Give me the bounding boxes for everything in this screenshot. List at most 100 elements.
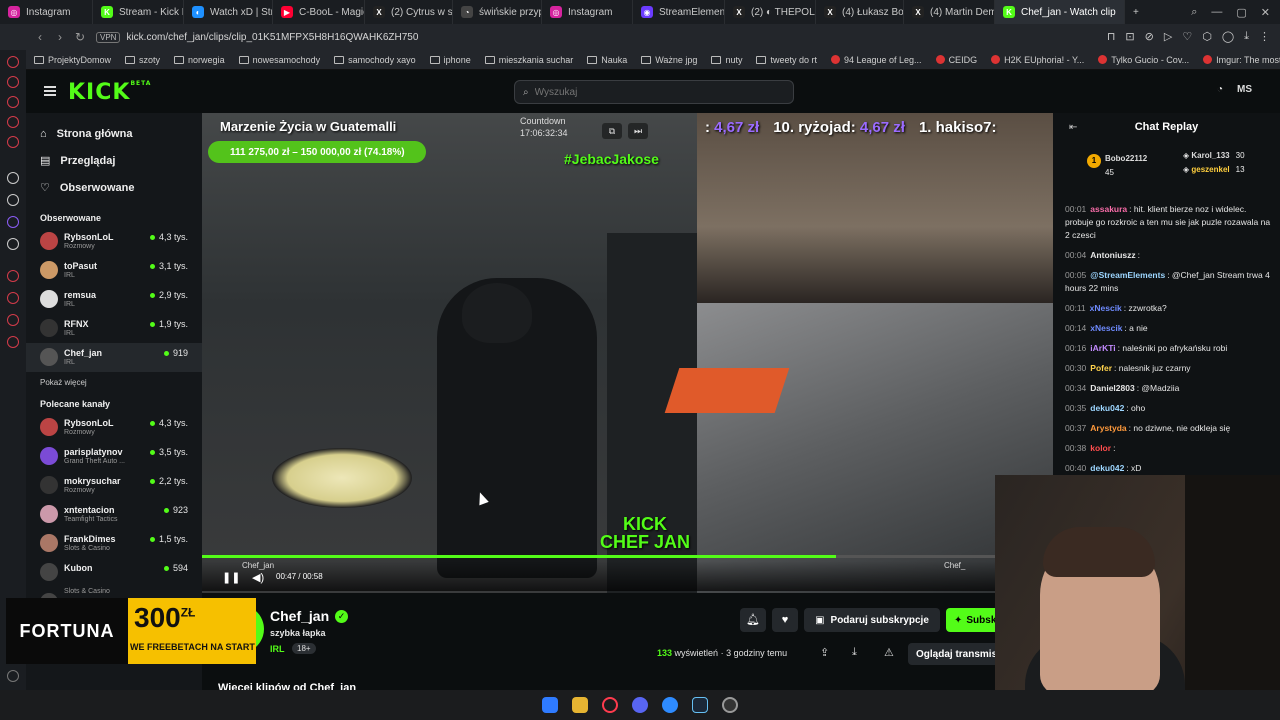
more-icon[interactable] — [7, 670, 19, 682]
sidebar-app-icon[interactable] — [7, 76, 19, 88]
bookmark-item[interactable]: samochody xayo — [334, 55, 416, 65]
chat-username[interactable]: iArKTi — [1090, 343, 1115, 353]
block-icon[interactable]: ⊘ — [1145, 30, 1154, 43]
channel-item[interactable]: Kubon 594 — [26, 558, 202, 587]
browser-tab[interactable]: X (4) Martin Dem — [904, 0, 995, 24]
sidebar-app-icon[interactable] — [7, 56, 19, 68]
search-tabs-icon[interactable]: ⌕ — [1191, 6, 1197, 19]
browser-tab[interactable]: X (4) Łukasz Bok — [816, 0, 904, 24]
sidebar-app-icon[interactable] — [7, 172, 19, 184]
channel-item[interactable]: FrankDimes Slots & Casino 1,5 tys. — [26, 529, 202, 558]
notifications-icon[interactable]: ◔ — [1217, 84, 1223, 95]
channel-item[interactable]: RybsonLoL Rozmowy 4,3 tys. — [26, 227, 202, 256]
chat-username[interactable]: kolor — [1090, 443, 1111, 453]
chat-username[interactable]: @StreamElements — [1090, 270, 1165, 280]
pip-icon[interactable]: ⧉ — [602, 123, 622, 139]
vpn-badge[interactable]: VPN — [96, 31, 121, 43]
heart-outline-icon[interactable]: ♡ — [1182, 30, 1192, 43]
forward-icon[interactable]: › — [50, 30, 70, 44]
back-icon[interactable]: ‹ — [30, 30, 50, 44]
sidebar-app-icon[interactable] — [7, 194, 19, 206]
browser-tab[interactable]: X (2) Cytrus w se — [365, 0, 453, 24]
browser-tab[interactable]: ▶ C-BooL - Magic — [273, 0, 365, 24]
new-tab-button[interactable]: + — [1125, 0, 1147, 24]
settings-icon[interactable] — [7, 336, 19, 348]
browser-tab[interactable]: X (2) ◐ THEPOLAND — [725, 0, 816, 24]
extensions-icon[interactable]: ⬡ — [1202, 30, 1212, 43]
gift-sub-button[interactable]: ▣ Podaruj subskrypcje — [804, 608, 940, 632]
download-clip-icon[interactable]: ⤓ — [852, 646, 857, 659]
sidebar-app-icon[interactable] — [7, 116, 19, 128]
hamburger-menu-icon[interactable] — [44, 86, 56, 96]
seek-bar[interactable] — [202, 555, 995, 558]
bookmark-item[interactable]: nowesamochody — [238, 55, 320, 65]
chat-username[interactable]: xNescik — [1090, 323, 1122, 333]
discord-icon[interactable] — [632, 697, 648, 713]
user-avatar[interactable]: MS — [1237, 84, 1252, 95]
channel-item[interactable]: parisplatynov Grand Theft Auto ... 3,5 tys… — [26, 442, 202, 471]
channel-name[interactable]: Chef_jan — [270, 608, 329, 624]
play-icon[interactable]: ▷ — [1164, 30, 1172, 43]
sidebar-app-icon[interactable] — [7, 314, 19, 326]
minimize-icon[interactable]: — — [1211, 6, 1222, 18]
fortuna-ad[interactable]: FORTUNA 300ZŁ WE FREEBETACH NA START — [6, 598, 256, 664]
channel-item[interactable]: RybsonLoL Rozmowy 4,3 tys. — [26, 413, 202, 442]
browser-tab[interactable]: ◔ świńskie przypo — [453, 0, 542, 24]
channel-item[interactable]: Chef_jan IRL 919 — [26, 343, 202, 372]
watch-stream-button[interactable]: Oglądaj transmisję — [908, 643, 995, 665]
channel-item[interactable]: mokrysuchar Rozmowy 2,2 tys. — [26, 471, 202, 500]
file-explorer-icon[interactable] — [572, 697, 588, 713]
menu-icon[interactable]: ⋮ — [1259, 30, 1270, 43]
bookmark-item[interactable]: ProjektyDomow — [34, 55, 111, 65]
channel-category[interactable]: IRL — [270, 644, 285, 654]
bookmark-item[interactable]: szoty — [125, 55, 160, 65]
search-box[interactable]: ⌕ — [514, 80, 794, 104]
pause-icon[interactable]: ❚❚ — [222, 571, 240, 584]
chat-username[interactable]: xNescik — [1090, 303, 1122, 313]
user-icon[interactable]: ◯ — [1222, 30, 1234, 43]
bookmark-item[interactable]: 94 League of Leg... — [830, 55, 922, 65]
close-icon[interactable]: ✕ — [1261, 6, 1270, 19]
browser-tab[interactable]: ◉ StreamElement — [633, 0, 725, 24]
sidebar-app-icon[interactable] — [7, 136, 19, 148]
start-icon[interactable] — [542, 697, 558, 713]
search-input[interactable] — [534, 86, 775, 98]
url-field[interactable]: VPN kick.com/chef_jan/clips/clip_01K51MF… — [96, 31, 418, 43]
nav-item[interactable]: ▤ Przeglądaj — [26, 147, 202, 174]
channel-item[interactable]: RFNX IRL 1,9 tys. — [26, 314, 202, 343]
nav-item[interactable]: ♡ Obserwowane — [26, 174, 202, 201]
chat-username[interactable]: Arystyda — [1090, 423, 1126, 433]
reload-icon[interactable]: ↻ — [70, 30, 90, 44]
bookmark-item[interactable]: Tylko Gucio - Cov... — [1098, 55, 1189, 65]
channel-item[interactable]: toPasut IRL 3,1 tys. — [26, 256, 202, 285]
chat-username[interactable]: deku042 — [1090, 463, 1124, 473]
browser-tab[interactable]: ◐ Watch xD | Stre — [184, 0, 273, 24]
sidebar-app-icon[interactable] — [7, 270, 19, 282]
nav-item[interactable]: ⌂ Strona główna — [26, 120, 202, 147]
share-icon[interactable]: ⇪ — [820, 646, 829, 659]
video-player[interactable]: Marzenie Życia w Guatemalli 111 275,00 z… — [202, 113, 1053, 593]
show-more-link[interactable]: Pokaż więcej — [26, 378, 202, 387]
bookmark-item[interactable]: norwegia — [174, 55, 225, 65]
report-icon[interactable]: ⚠ — [884, 646, 894, 659]
opera-icon[interactable] — [602, 697, 618, 713]
twitch-icon[interactable] — [7, 216, 19, 228]
kick-logo[interactable]: KICKBETA — [68, 80, 151, 105]
chat-username[interactable]: Pofer — [1090, 363, 1112, 373]
bookmark-item[interactable]: H2K EUphoria! - Y... — [991, 55, 1084, 65]
chat-username[interactable]: Daniel2803 — [1090, 383, 1134, 393]
browser-tab[interactable]: K Stream - Kick D — [93, 0, 184, 24]
notification-bell-button[interactable]: 🔔︎ — [740, 608, 766, 632]
bookmark-item[interactable]: iphone — [429, 55, 471, 65]
bookmark-item[interactable]: Ważne jpg — [641, 55, 697, 65]
chat-username[interactable]: Antoniuszz — [1090, 250, 1135, 260]
subscribe-button[interactable]: ✦Subskrybuj — [946, 608, 995, 632]
browser-tab[interactable]: K Chef_jan - Watch clip — [995, 0, 1125, 24]
browser-tab[interactable]: ◎ Instagram — [0, 0, 93, 24]
volume-icon[interactable]: ◀) — [252, 571, 264, 584]
bookmark-item[interactable]: mieszkania suchar — [484, 55, 573, 65]
chat-username[interactable]: deku042 — [1090, 403, 1124, 413]
snapshot-icon[interactable]: ⊡ — [1125, 30, 1134, 43]
steam-icon[interactable] — [692, 697, 708, 713]
x-icon[interactable] — [7, 238, 19, 250]
